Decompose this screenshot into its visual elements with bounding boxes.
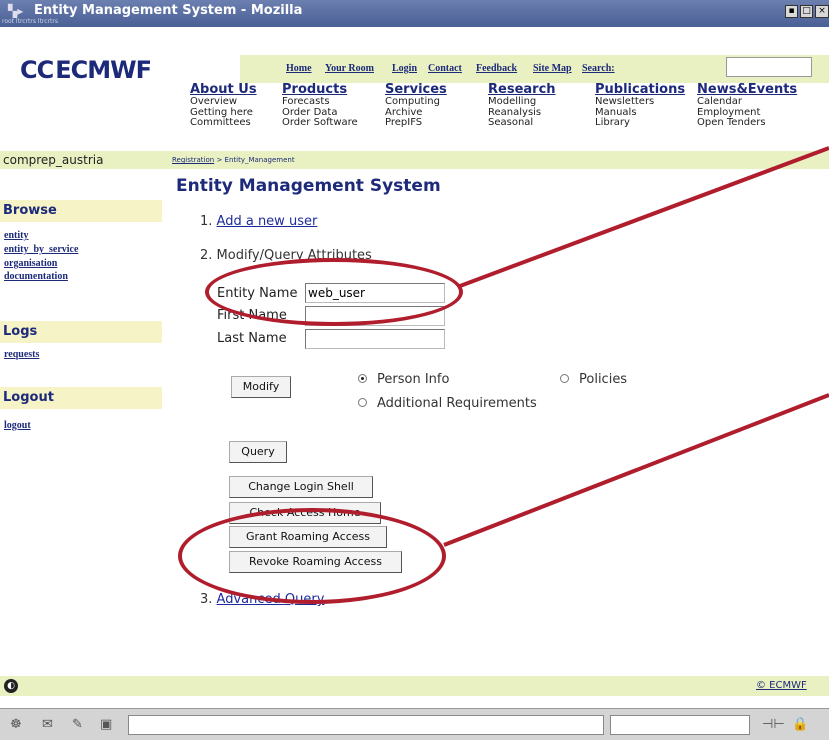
callout-line-lower	[443, 393, 829, 547]
composer-icon[interactable]: ✎	[72, 717, 83, 732]
browser-status-bar: ☸ ✉ ✎ ▣ ⊣⊢ 🔒	[0, 708, 829, 740]
page-footer: ◐ © ECMWF	[0, 676, 829, 696]
callout-line-upper	[459, 146, 829, 288]
navigator-icon[interactable]: ☸	[10, 717, 22, 732]
annotation-callout-lines	[443, 146, 829, 547]
copyright-link[interactable]: © ECMWF	[756, 680, 807, 691]
progress-field	[610, 715, 750, 735]
mail-icon[interactable]: ✉	[42, 717, 53, 732]
online-status-icon[interactable]: ⊣⊢	[762, 717, 785, 732]
security-icon[interactable]: 🔒	[792, 717, 808, 732]
addressbook-icon[interactable]: ▣	[100, 717, 112, 732]
help-icon[interactable]: ◐	[4, 679, 18, 693]
status-text-field	[128, 715, 604, 735]
